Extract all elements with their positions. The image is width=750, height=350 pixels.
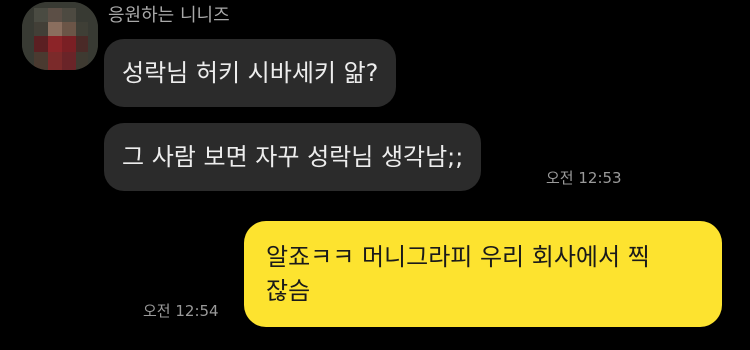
message-text: 그 사람 보면 자꾸 성락님 생각남;; — [122, 143, 464, 171]
message-timestamp: 오전 12:54 — [143, 302, 219, 320]
outgoing-message-bubble[interactable]: 알죠ㅋㅋ 머니그라피 우리 회사에서 찍 잖슴 — [244, 221, 722, 327]
avatar[interactable] — [22, 2, 98, 70]
message-text: 성락님 허키 시바세키 앎? — [122, 59, 379, 87]
message-text-line: 잖슴 — [266, 277, 311, 305]
incoming-message-bubble[interactable]: 그 사람 보면 자꾸 성락님 생각남;; — [104, 123, 482, 191]
message-timestamp: 오전 12:53 — [546, 169, 622, 187]
sender-name: 응원하는 니니즈 — [108, 5, 230, 26]
chat-screen: 응원하는 니니즈 성락님 허키 시바세키 앎? 그 사람 보면 자꾸 성락님 생… — [0, 0, 750, 350]
message-text-line: 알죠ㅋㅋ 머니그라피 우리 회사에서 찍 — [266, 243, 650, 271]
incoming-message-bubble[interactable]: 성락님 허키 시바세키 앎? — [104, 39, 397, 107]
